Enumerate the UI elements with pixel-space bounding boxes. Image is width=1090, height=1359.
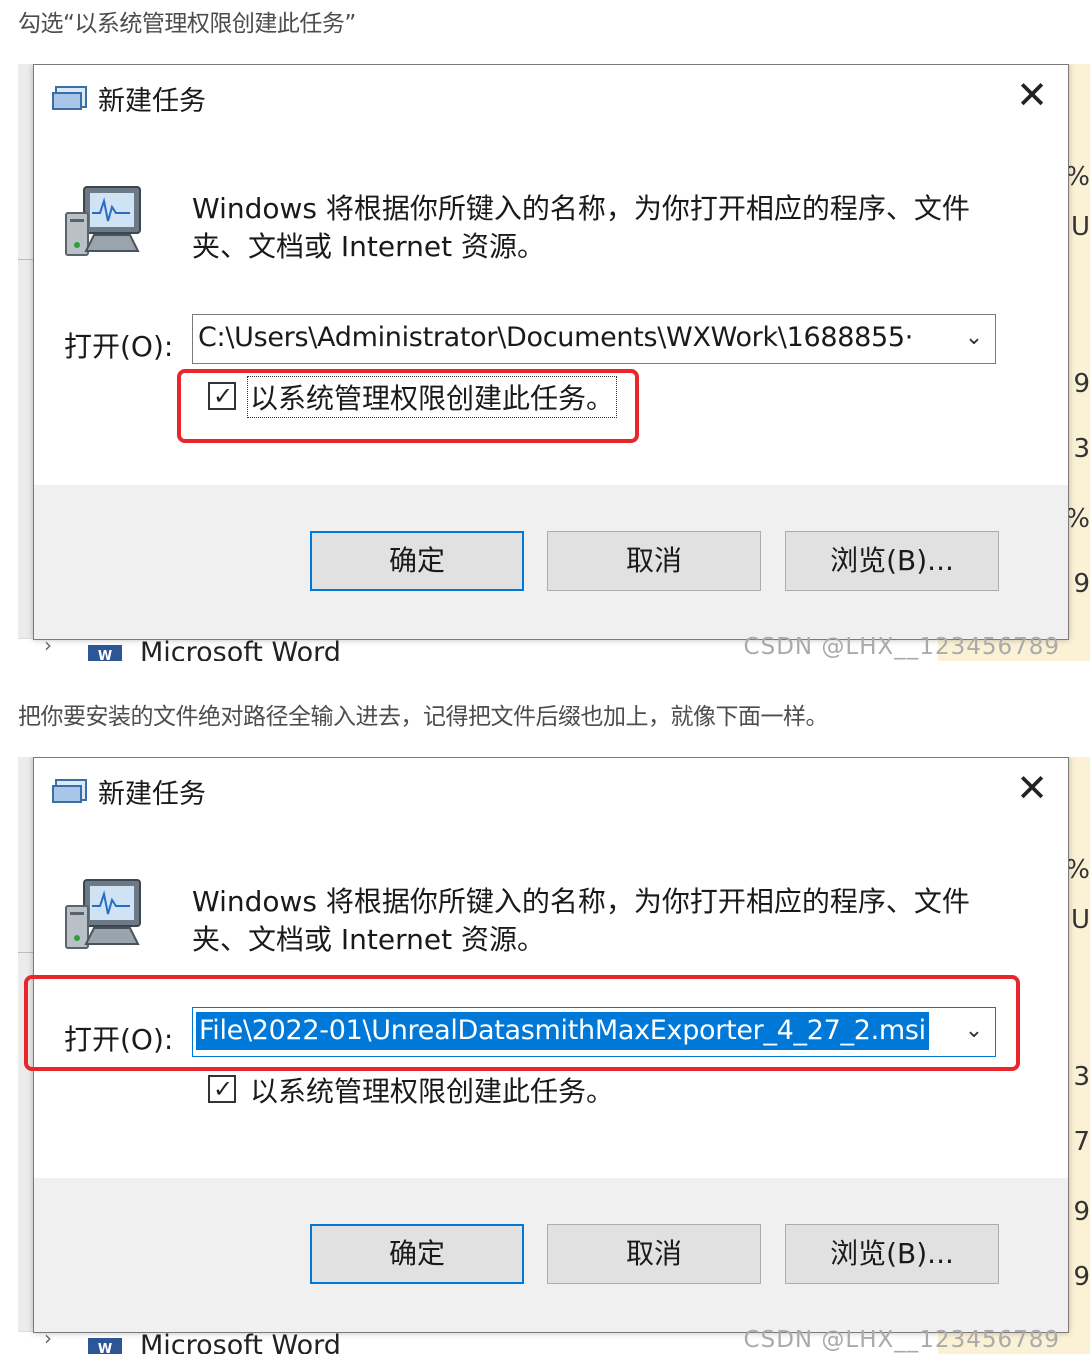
word-icon: W	[88, 1338, 122, 1354]
close-button[interactable]: ✕	[1010, 75, 1054, 119]
title-bar: 新建任务 ✕	[34, 65, 1068, 131]
checkmark-icon: ✓	[213, 1075, 234, 1103]
word-icon: W	[88, 645, 122, 661]
dropdown-chevron-icon[interactable]: ⌄	[953, 315, 995, 363]
run-dialog-title-icon	[52, 778, 88, 808]
watermark: CSDN @LHX__123456789	[743, 634, 1060, 660]
ok-button[interactable]: 确定	[310, 1224, 524, 1284]
new-task-dialog: 新建任务 ✕ Windows 将根据你所键入的名称，为你打开相应的程序、文件夹、…	[33, 64, 1069, 640]
run-program-icon	[64, 183, 146, 269]
ok-button[interactable]: 确定	[310, 531, 524, 591]
process-name: Microsoft Word	[140, 637, 341, 661]
dialog-title: 新建任务	[98, 86, 206, 117]
cancel-button[interactable]: 取消	[547, 531, 761, 591]
close-icon: ✕	[1016, 73, 1048, 117]
background-divider	[18, 259, 34, 260]
screenshot-1: % U 9 3% 9 › W Microsoft Word 新建任务 ✕ Win…	[18, 64, 1090, 661]
background-task-manager-column: % U 3 799	[1065, 757, 1090, 1354]
dialog-button-bar: 确定 取消 浏览(B)...	[34, 485, 1068, 639]
dialog-description: Windows 将根据你所键入的名称，为你打开相应的程序、文件夹、文档或 Int…	[192, 192, 970, 263]
browse-button[interactable]: 浏览(B)...	[785, 1224, 999, 1284]
background-divider	[18, 952, 34, 953]
run-dialog-title-icon	[52, 85, 88, 115]
run-program-icon	[64, 876, 146, 962]
admin-privilege-checkbox[interactable]: ✓	[208, 1075, 236, 1103]
admin-privilege-label[interactable]: 以系统管理权限创建此任务。	[248, 1070, 616, 1110]
open-label: 打开(O):	[64, 330, 174, 363]
cancel-button[interactable]: 取消	[547, 1224, 761, 1284]
screenshot-2: % U 3 799 › W Microsoft Word 新建任务 ✕ Wind…	[18, 757, 1090, 1354]
dialog-button-bar: 确定 取消 浏览(B)...	[34, 1178, 1068, 1332]
open-path-value[interactable]: C:\Users\Administrator\Documents\WXWork\…	[198, 319, 913, 357]
background-left-panel	[18, 64, 34, 661]
close-icon: ✕	[1016, 766, 1048, 810]
process-name: Microsoft Word	[140, 1330, 341, 1354]
open-path-combobox[interactable]: C:\Users\Administrator\Documents\WXWork\…	[192, 314, 996, 364]
watermark: CSDN @LHX__123456789	[743, 1327, 1060, 1353]
highlight-checkbox-annotation	[177, 369, 639, 443]
title-bar: 新建任务 ✕	[34, 758, 1068, 824]
dialog-title: 新建任务	[98, 779, 206, 810]
browse-button[interactable]: 浏览(B)...	[785, 531, 999, 591]
close-button[interactable]: ✕	[1010, 768, 1054, 812]
dialog-description: Windows 将根据你所键入的名称，为你打开相应的程序、文件夹、文档或 Int…	[192, 885, 970, 956]
background-task-manager-column: % U 9 3% 9	[1065, 64, 1090, 661]
caption-1: 勾选“以系统管理权限创建此任务”	[18, 11, 356, 37]
highlight-path-annotation	[24, 975, 1020, 1071]
caption-2: 把你要安装的文件绝对路径全输入进去，记得把文件后缀也加上，就像下面一样。	[18, 704, 829, 730]
